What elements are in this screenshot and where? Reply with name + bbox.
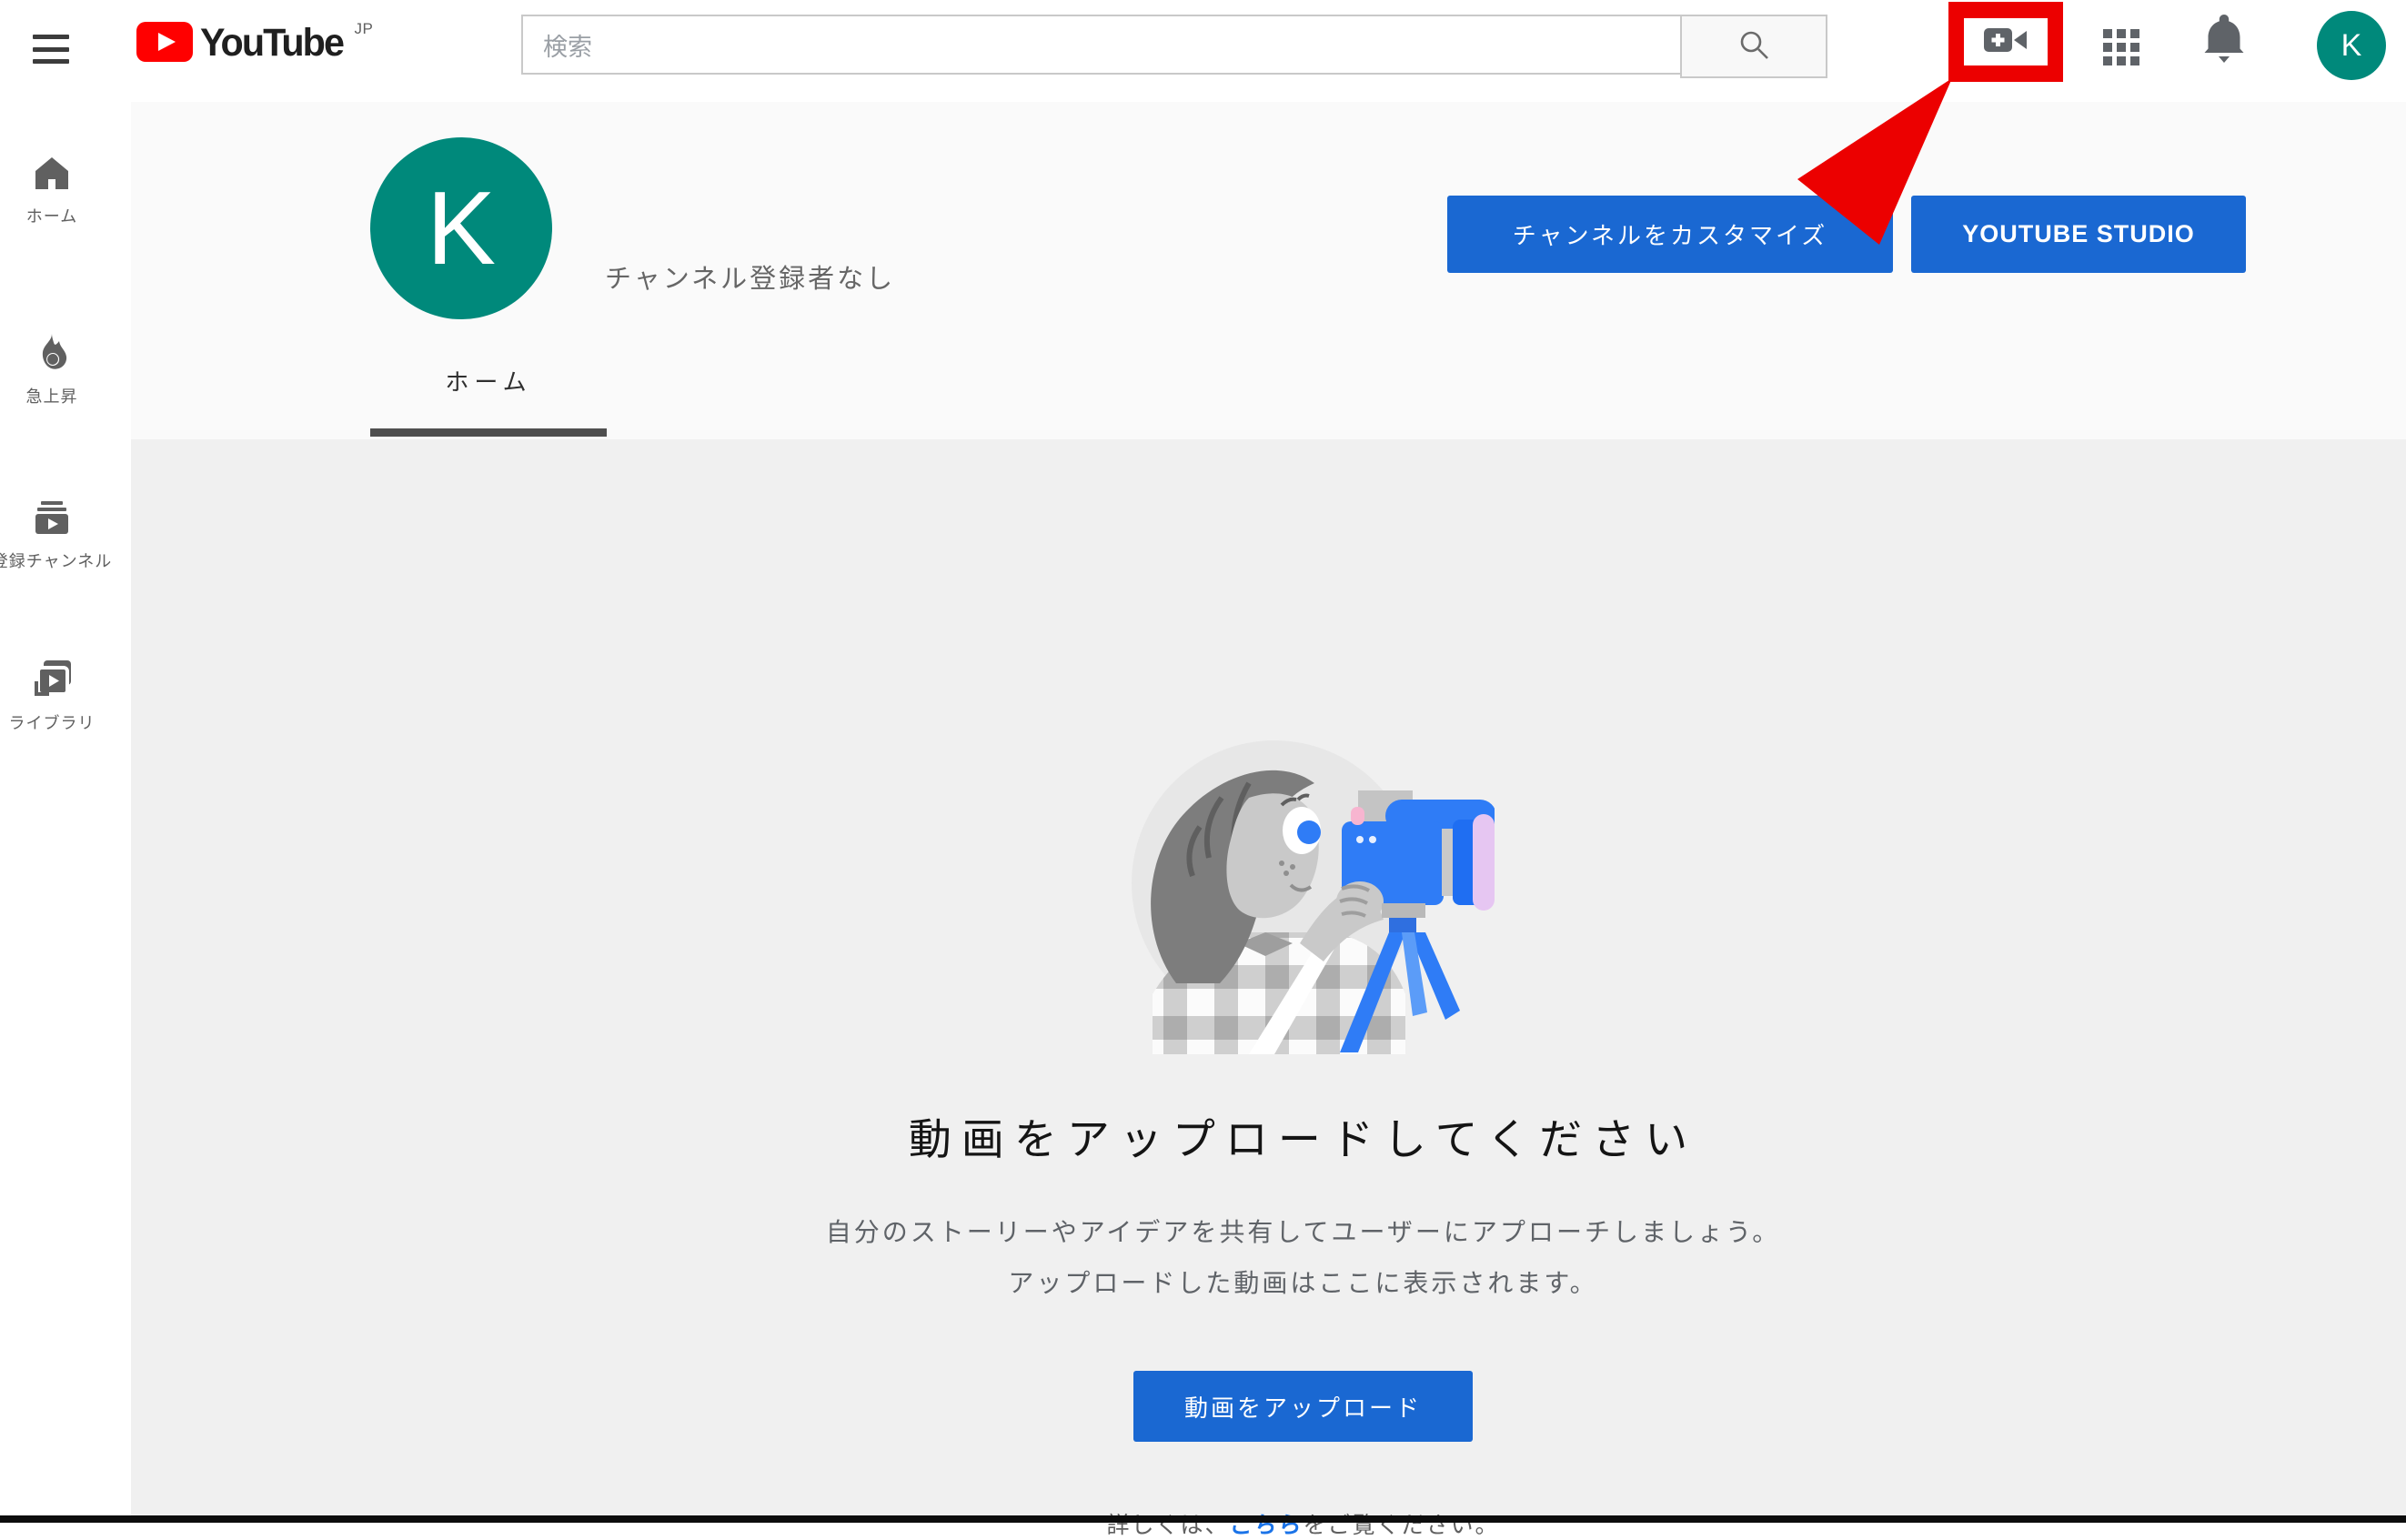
help-text: 詳しくは、こちらをご覧ください。 [200,1507,2406,1540]
empty-state: 動画をアップロードしてください 自分のストーリーやアイデアを共有してユーザーにア… [131,439,2406,1540]
empty-state-description: 自分のストーリーやアイデアを共有してユーザーにアプローチしましょう。 アップロー… [200,1207,2406,1309]
notifications-icon[interactable] [2203,11,2245,70]
youtube-studio-button[interactable]: YOUTUBE STUDIO [1911,196,2246,273]
logo-region: JP [355,20,374,38]
camera-person-illustration [1112,710,1495,1059]
customize-channel-button[interactable]: チャンネルをカスタマイズ [1447,196,1893,273]
empty-state-title: 動画をアップロードしてください [200,1104,2406,1167]
trending-icon [34,333,70,376]
channel-content: 動画をアップロードしてください 自分のストーリーやアイデアを共有してユーザーにア… [131,439,2406,1515]
active-tab-underline [370,428,607,437]
create-video-icon [1984,25,2028,59]
annotation-highlight-box [1948,2,2063,82]
masthead: YouTube JP 検索 K [0,0,2406,102]
sidebar-item-subscriptions[interactable]: 登録チャンネル [0,499,104,572]
youtube-play-icon [136,22,193,66]
youtube-logo[interactable]: YouTube JP [136,22,373,66]
sidebar-item-home[interactable]: ホーム [0,155,104,227]
sidebar-item-label: 急上昇 [26,384,78,408]
tab-home[interactable]: ホーム [370,364,607,398]
create-video-button[interactable] [1964,18,2048,65]
library-icon [31,659,73,702]
logo-wordmark: YouTube [200,22,343,64]
channel-avatar-initial: K [427,169,496,288]
search-icon [1737,28,1770,65]
search-input[interactable]: 検索 [521,15,1680,75]
sidebar-item-library[interactable]: ライブラリ [0,659,104,734]
sidebar-item-trending[interactable]: 急上昇 [0,333,104,408]
home-icon [33,155,71,196]
avatar-initial: K [2341,28,2362,64]
sidebar-item-label: ホーム [26,204,77,227]
menu-icon[interactable] [33,35,69,64]
description-line-2: アップロードした動画はここに表示されます。 [200,1258,2406,1309]
sidebar-item-label: 登録チャンネル [0,549,112,572]
apps-grid-icon[interactable] [2103,29,2139,65]
window-bottom-edge [0,1515,2406,1523]
subscriptions-icon [33,499,71,540]
search-button[interactable] [1680,15,1827,78]
sidebar-item-label: ライブラリ [9,710,96,734]
subscriber-status: チャンネル登録者なし [605,257,895,296]
account-avatar[interactable]: K [2317,11,2386,80]
description-line-1: 自分のストーリーやアイデアを共有してユーザーにアプローチしましょう。 [200,1207,2406,1258]
sidebar: ホーム 急上昇 登録チャンネル ライブラリ [0,102,131,1515]
channel-avatar[interactable]: K [370,137,552,319]
search-placeholder: 検索 [543,27,592,63]
search-bar: 検索 [521,15,1827,78]
upload-video-button[interactable]: 動画をアップロード [1133,1371,1473,1442]
